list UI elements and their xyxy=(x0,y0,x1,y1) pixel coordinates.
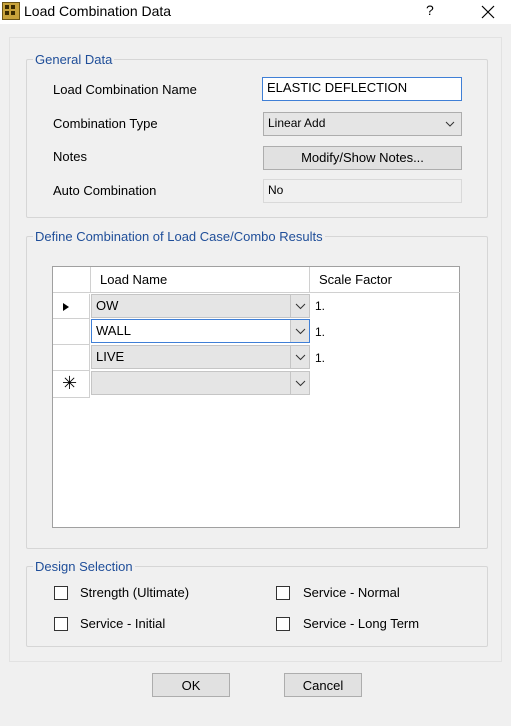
chevron-down-icon xyxy=(295,328,306,335)
scale-factor-cell-1[interactable]: 1. xyxy=(315,299,325,313)
load-name-dropdown-2[interactable] xyxy=(290,320,309,342)
load-name-dropdown-1[interactable] xyxy=(290,295,309,317)
combo-name-label: Load Combination Name xyxy=(53,82,197,97)
modify-notes-button[interactable]: Modify/Show Notes... xyxy=(263,146,462,170)
strength-label: Strength (Ultimate) xyxy=(80,585,190,600)
load-name-cell-new[interactable] xyxy=(91,371,310,395)
app-icon xyxy=(2,2,20,20)
asterisk-icon: ✳ xyxy=(62,373,78,393)
auto-combination-value: No xyxy=(263,179,462,203)
load-name-value-3: LIVE xyxy=(96,349,125,364)
service-long-term-checkbox[interactable] xyxy=(276,617,290,631)
define-combination-legend: Define Combination of Load Case/Combo Re… xyxy=(35,229,323,244)
column-header-scale-factor[interactable]: Scale Factor xyxy=(310,267,460,293)
combo-type-value: Linear Add xyxy=(268,116,326,130)
general-data-legend: General Data xyxy=(35,52,113,67)
row-header-new[interactable]: ✳ xyxy=(53,371,90,398)
row-header-1[interactable] xyxy=(53,294,90,319)
combo-type-label: Combination Type xyxy=(53,116,158,131)
load-name-cell-3[interactable]: LIVE xyxy=(91,345,310,369)
title-bar: Load Combination Data ? xyxy=(0,0,511,24)
row-header-2[interactable] xyxy=(53,319,90,345)
chevron-down-icon xyxy=(445,121,455,127)
close-icon xyxy=(481,5,495,19)
row-pointer-icon xyxy=(63,303,69,311)
grid-corner xyxy=(53,267,91,293)
service-initial-label: Service - Initial xyxy=(80,616,166,631)
strength-checkbox[interactable] xyxy=(54,586,68,600)
load-combination-grid: Load Name Scale Factor OW 1. WALL 1. LIV… xyxy=(52,266,460,528)
window-title: Load Combination Data xyxy=(24,3,172,19)
chevron-down-icon xyxy=(295,354,306,361)
service-normal-checkbox[interactable] xyxy=(276,586,290,600)
design-selection-legend: Design Selection xyxy=(35,559,133,574)
load-name-cell-1[interactable]: OW xyxy=(91,294,310,318)
scale-factor-cell-3[interactable]: 1. xyxy=(315,351,325,365)
combo-type-select[interactable]: Linear Add xyxy=(263,112,462,136)
help-button[interactable]: ? xyxy=(426,2,434,18)
load-name-dropdown-3[interactable] xyxy=(290,346,309,368)
notes-label: Notes xyxy=(53,149,87,164)
scale-factor-cell-2[interactable]: 1. xyxy=(315,325,325,339)
load-name-value-2: WALL xyxy=(96,323,131,338)
row-header-3[interactable] xyxy=(53,345,90,371)
cancel-button[interactable]: Cancel xyxy=(284,673,362,697)
chevron-down-icon xyxy=(295,303,306,310)
service-initial-checkbox[interactable] xyxy=(54,617,68,631)
service-long-term-label: Service - Long Term xyxy=(303,616,420,631)
load-name-value-1: OW xyxy=(96,298,119,313)
design-selection-group: Design Selection xyxy=(26,559,488,647)
combo-name-input[interactable]: ELASTIC DEFLECTION xyxy=(262,77,462,101)
chevron-down-icon xyxy=(295,380,306,387)
column-header-load-name[interactable]: Load Name xyxy=(91,267,310,293)
service-normal-label: Service - Normal xyxy=(303,585,400,600)
load-name-dropdown-new[interactable] xyxy=(290,372,309,394)
load-name-cell-2[interactable]: WALL xyxy=(91,319,310,343)
auto-combination-label: Auto Combination xyxy=(53,183,157,198)
close-button[interactable] xyxy=(476,0,500,24)
ok-button[interactable]: OK xyxy=(152,673,230,697)
